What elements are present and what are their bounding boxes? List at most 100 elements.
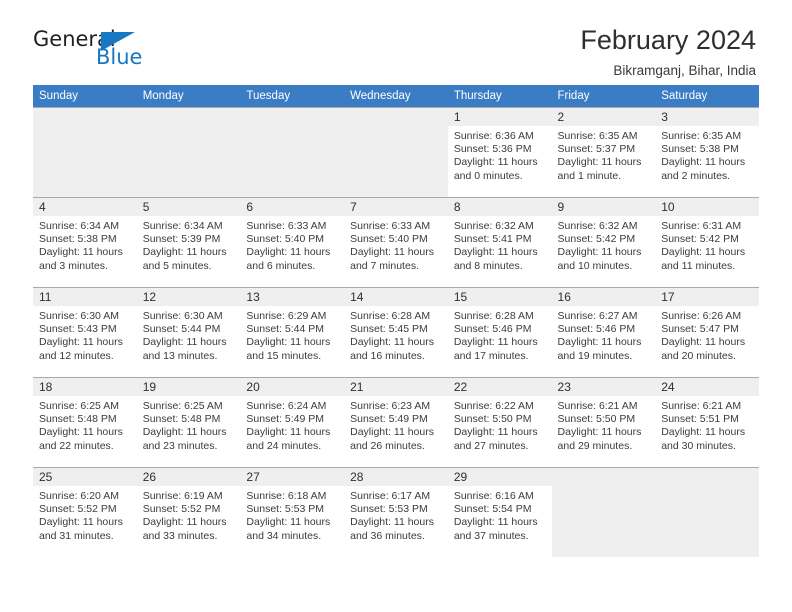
day-number: 19 (136, 378, 241, 396)
day-number: 11 (33, 288, 137, 306)
daylight-text-line1: Daylight: 11 hours (246, 516, 331, 529)
daylight-text-line1: Daylight: 11 hours (453, 426, 538, 439)
weekday-header: Sunday Monday Tuesday Wednesday Thursday Frid… (33, 85, 759, 108)
day-number (344, 108, 448, 126)
calendar-day-cell[interactable]: 24 Sunrise: 6:21 AM Sunset: 5:51 PM Dayligh… (655, 377, 759, 468)
calendar-day-cell[interactable]: 4 Sunrise: 6:34 AM Sunset: 5:38 PM Daylight… (33, 197, 137, 288)
daylight-text-line1: Daylight: 11 hours (350, 336, 434, 349)
sunrise-text: Sunrise: 6:20 AM (39, 490, 119, 502)
day-details: Sunrise: 6:21 AM Sunset: 5:50 PM Daylight:… (552, 396, 656, 453)
sunset-text: Sunset: 5:50 PM (453, 413, 532, 426)
calendar-day-cell[interactable]: 26 Sunrise: 6:19 AM Sunset: 5:52 PM Dayligh… (136, 467, 241, 557)
daylight-text-line1: Daylight: 11 hours (661, 156, 746, 169)
calendar-day-cell[interactable]: 12 Sunrise: 6:30 AM Sunset: 5:44 PM Dayligh… (136, 287, 241, 378)
calendar-day-cell[interactable]: 5 Sunrise: 6:34 AM Sunset: 5:39 PM Daylight… (136, 197, 241, 288)
daylight-text-line2: and 31 minutes. (39, 529, 114, 542)
calendar-table: Sunday Monday Tuesday Wednesday Thursday Frid… (33, 85, 759, 557)
calendar-day-cell[interactable]: 18 Sunrise: 6:25 AM Sunset: 5:48 PM Dayligh… (33, 377, 137, 468)
calendar-cell-empty (136, 107, 241, 198)
day-details: Sunrise: 6:16 AM Sunset: 5:54 PM Daylight:… (448, 486, 552, 543)
sunset-text: Sunset: 5:44 PM (142, 323, 221, 336)
calendar-day-cell[interactable]: 10 Sunrise: 6:31 AM Sunset: 5:42 PM Dayligh… (655, 197, 759, 288)
daylight-text-line2: and 30 minutes. (661, 439, 736, 452)
day-number: 3 (655, 108, 759, 126)
day-details: Sunrise: 6:33 AM Sunset: 5:40 PM Daylight:… (344, 216, 448, 273)
daylight-text-line2: and 29 minutes. (557, 439, 633, 452)
calendar-day-cell[interactable]: 20 Sunrise: 6:24 AM Sunset: 5:49 PM Dayligh… (240, 377, 345, 468)
day-details: Sunrise: 6:33 AM Sunset: 5:40 PM Daylight:… (240, 216, 344, 273)
day-cell-inner: 22 Sunrise: 6:22 AM Sunset: 5:50 PM Dayligh… (447, 378, 552, 467)
generalblue-logo[interactable]: General Blue (33, 26, 153, 72)
logo-text-blue: Blue (96, 45, 143, 69)
sunrise-text: Sunrise: 6:21 AM (661, 400, 742, 412)
sunset-text: Sunset: 5:39 PM (142, 233, 221, 246)
daylight-text-line1: Daylight: 11 hours (350, 426, 434, 439)
day-cell-inner (33, 108, 137, 197)
day-cell-inner: 13 Sunrise: 6:29 AM Sunset: 5:44 PM Dayligh… (240, 288, 345, 377)
daylight-text-line2: and 34 minutes. (246, 529, 322, 542)
calendar-day-cell[interactable]: 29 Sunrise: 6:16 AM Sunset: 5:54 PM Dayligh… (447, 467, 552, 557)
daylight-text-line1: Daylight: 11 hours (453, 336, 538, 349)
calendar-day-cell[interactable]: 22 Sunrise: 6:22 AM Sunset: 5:50 PM Dayligh… (447, 377, 552, 468)
calendar-day-cell[interactable]: 2 Sunrise: 6:35 AM Sunset: 5:37 PM Daylight… (551, 107, 656, 198)
calendar-day-cell[interactable]: 28 Sunrise: 6:17 AM Sunset: 5:53 PM Dayligh… (344, 467, 448, 557)
daylight-text-line2: and 27 minutes. (453, 439, 529, 452)
calendar-day-cell[interactable]: 14 Sunrise: 6:28 AM Sunset: 5:45 PM Dayligh… (344, 287, 448, 378)
calendar-day-cell[interactable]: 3 Sunrise: 6:35 AM Sunset: 5:38 PM Daylight… (655, 107, 759, 198)
calendar-day-cell[interactable]: 7 Sunrise: 6:33 AM Sunset: 5:40 PM Daylight… (344, 197, 448, 288)
sunrise-text: Sunrise: 6:21 AM (557, 400, 638, 412)
day-cell-inner: 21 Sunrise: 6:23 AM Sunset: 5:49 PM Dayligh… (344, 378, 448, 467)
calendar-day-cell[interactable]: 27 Sunrise: 6:18 AM Sunset: 5:53 PM Dayligh… (240, 467, 345, 557)
daylight-text-line2: and 12 minutes. (39, 349, 114, 362)
day-number: 12 (136, 288, 241, 306)
day-details: Sunrise: 6:18 AM Sunset: 5:53 PM Daylight:… (240, 486, 344, 543)
sunrise-text: Sunrise: 6:33 AM (246, 220, 327, 232)
sunset-text: Sunset: 5:45 PM (350, 323, 428, 336)
calendar-day-cell[interactable]: 17 Sunrise: 6:26 AM Sunset: 5:47 PM Dayligh… (655, 287, 759, 378)
calendar-cell-empty (240, 107, 345, 198)
day-number: 1 (447, 108, 552, 126)
calendar-week-row: 18 Sunrise: 6:25 AM Sunset: 5:48 PM Dayligh… (33, 377, 759, 468)
day-cell-inner: 11 Sunrise: 6:30 AM Sunset: 5:43 PM Dayligh… (33, 288, 137, 377)
day-number (240, 108, 344, 126)
daylight-text-line2: and 3 minutes. (39, 259, 108, 272)
calendar-cell-empty (551, 467, 656, 557)
sunrise-text: Sunrise: 6:33 AM (350, 220, 431, 232)
day-details: Sunrise: 6:34 AM Sunset: 5:38 PM Daylight:… (33, 216, 137, 273)
calendar-day-cell[interactable]: 13 Sunrise: 6:29 AM Sunset: 5:44 PM Dayligh… (240, 287, 345, 378)
calendar-day-cell[interactable]: 16 Sunrise: 6:27 AM Sunset: 5:46 PM Dayligh… (551, 287, 656, 378)
day-cell-inner: 12 Sunrise: 6:30 AM Sunset: 5:44 PM Dayligh… (136, 288, 241, 377)
day-details: Sunrise: 6:32 AM Sunset: 5:42 PM Daylight:… (552, 216, 656, 273)
daylight-text-line1: Daylight: 11 hours (246, 426, 331, 439)
page-subtitle: Bikramganj, Bihar, India (613, 63, 756, 79)
day-cell-inner: 16 Sunrise: 6:27 AM Sunset: 5:46 PM Dayligh… (551, 288, 656, 377)
calendar-day-cell[interactable]: 9 Sunrise: 6:32 AM Sunset: 5:42 PM Daylight… (551, 197, 656, 288)
sunrise-text: Sunrise: 6:36 AM (453, 130, 534, 142)
calendar-day-cell[interactable]: 23 Sunrise: 6:21 AM Sunset: 5:50 PM Dayligh… (551, 377, 656, 468)
sunset-text: Sunset: 5:37 PM (557, 143, 636, 156)
calendar-day-cell[interactable]: 19 Sunrise: 6:25 AM Sunset: 5:48 PM Dayligh… (136, 377, 241, 468)
calendar-day-cell[interactable]: 6 Sunrise: 6:33 AM Sunset: 5:40 PM Daylight… (240, 197, 345, 288)
daylight-text-line1: Daylight: 11 hours (39, 426, 123, 439)
day-cell-inner: 23 Sunrise: 6:21 AM Sunset: 5:50 PM Dayligh… (551, 378, 656, 467)
calendar-day-cell[interactable]: 11 Sunrise: 6:30 AM Sunset: 5:43 PM Dayligh… (33, 287, 137, 378)
daylight-text-line2: and 7 minutes. (350, 259, 419, 272)
sunrise-text: Sunrise: 6:22 AM (453, 400, 534, 412)
day-cell-inner: 24 Sunrise: 6:21 AM Sunset: 5:51 PM Dayligh… (655, 378, 759, 467)
day-details: Sunrise: 6:23 AM Sunset: 5:49 PM Daylight:… (344, 396, 448, 453)
day-cell-inner (344, 108, 448, 197)
daylight-text-line2: and 13 minutes. (142, 349, 218, 362)
sunrise-text: Sunrise: 6:25 AM (142, 400, 223, 412)
calendar-header-row: Sunday Monday Tuesday Wednesday Thursday Frid… (33, 85, 759, 108)
calendar-day-cell[interactable]: 8 Sunrise: 6:32 AM Sunset: 5:41 PM Daylight… (447, 197, 552, 288)
calendar-day-cell[interactable]: 21 Sunrise: 6:23 AM Sunset: 5:49 PM Dayligh… (344, 377, 448, 468)
calendar-day-cell[interactable]: 1 Sunrise: 6:36 AM Sunset: 5:36 PM Daylight… (447, 107, 552, 198)
sunset-text: Sunset: 5:40 PM (246, 233, 325, 246)
day-cell-inner: 4 Sunrise: 6:34 AM Sunset: 5:38 PM Daylight… (33, 198, 137, 287)
daylight-text-line2: and 17 minutes. (453, 349, 529, 362)
sunset-text: Sunset: 5:43 PM (39, 323, 117, 336)
calendar-day-cell[interactable]: 15 Sunrise: 6:28 AM Sunset: 5:46 PM Dayligh… (447, 287, 552, 378)
day-cell-inner: 25 Sunrise: 6:20 AM Sunset: 5:52 PM Dayligh… (33, 468, 137, 557)
calendar-day-cell[interactable]: 25 Sunrise: 6:20 AM Sunset: 5:52 PM Dayligh… (33, 467, 137, 557)
day-number: 27 (240, 468, 345, 486)
